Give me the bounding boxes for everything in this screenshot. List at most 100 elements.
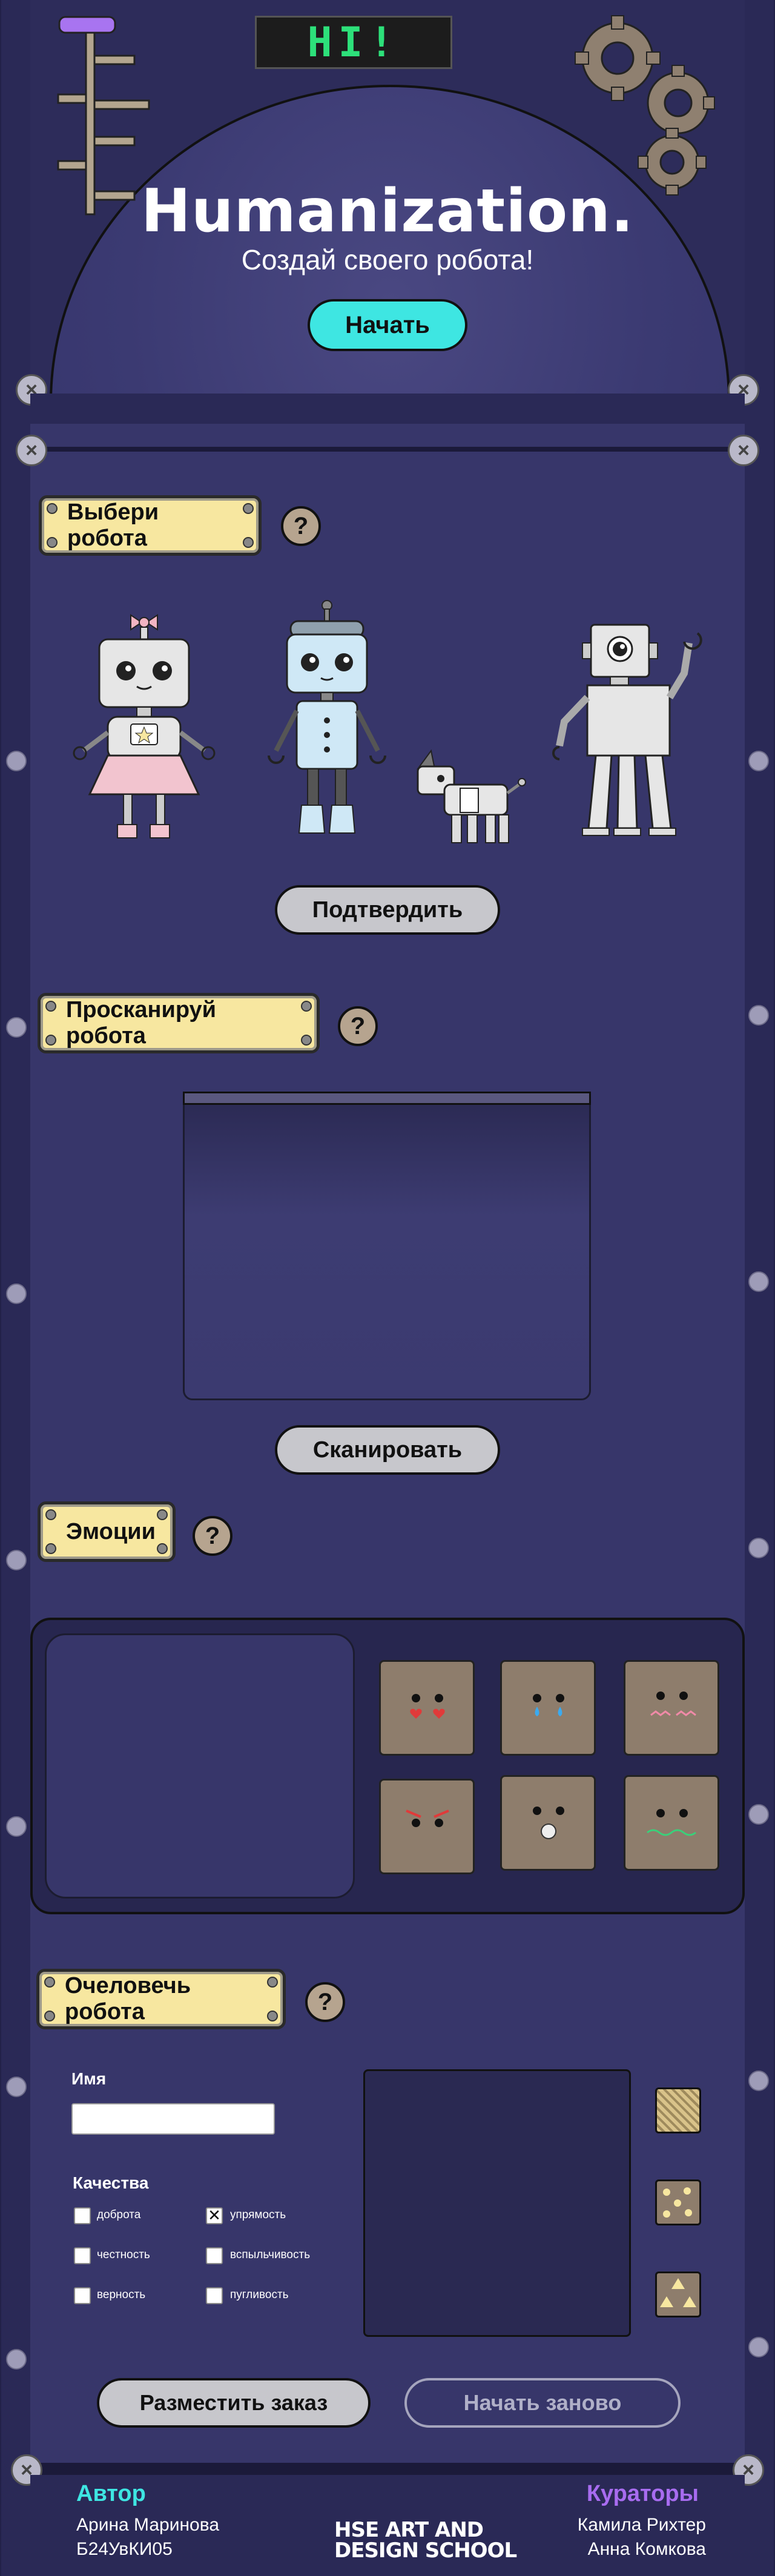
sick-mouth-icon: [647, 1809, 696, 1836]
emotion-sick-face[interactable]: [624, 1775, 719, 1871]
rail-rivet: [748, 2070, 769, 2091]
rail-rivet: [6, 751, 27, 771]
close-x-screw-icon: ×: [16, 435, 47, 466]
name-label: Имя: [71, 2069, 107, 2088]
quality-label: верность: [97, 2288, 146, 2301]
section-humanize-label: Очеловечь робота: [36, 1969, 286, 2029]
hse-logo: HSE ART AND DESIGN SCHOOL: [334, 2518, 517, 2561]
angry-eyes-icon: [406, 1810, 449, 1827]
surprised-mouth-icon: [533, 1807, 564, 1839]
texture-stripes-swatch[interactable]: [655, 2087, 701, 2133]
name-input[interactable]: [71, 2103, 275, 2135]
tear-eyes-icon: [533, 1694, 564, 1716]
logo-line-1: HSE ART AND: [334, 2518, 484, 2542]
bolt-icon: [267, 1977, 278, 1988]
checkbox-x-icon[interactable]: ✕: [206, 2207, 223, 2224]
place-order-button[interactable]: Разместить заказ: [97, 2378, 371, 2428]
section-emotions-label: Эмоции: [38, 1501, 176, 1562]
rail-rivet: [748, 751, 769, 771]
close-x-screw-icon: ×: [728, 435, 759, 466]
emotion-love-face[interactable]: [379, 1660, 475, 1756]
texture-triangles-swatch[interactable]: [655, 2271, 701, 2317]
header-gap: [30, 394, 745, 424]
page: HI! Humanization. Создай своего робота! …: [0, 0, 775, 2576]
bolt-icon: [45, 1035, 56, 1046]
bolt-icon: [301, 1035, 312, 1046]
bolt-icon: [44, 1977, 55, 1988]
author-group: Б24УвКИ05: [76, 2539, 173, 2559]
rail-rivet: [6, 1283, 27, 1304]
scan-button[interactable]: Сканировать: [275, 1425, 500, 1475]
blush-eyes-icon: [650, 1692, 696, 1716]
section-emotions-text: Эмоции: [66, 1518, 156, 1544]
robot-boy-option[interactable]: [254, 599, 400, 848]
rail-rivet: [748, 1271, 769, 1292]
emotion-sad-face[interactable]: [500, 1660, 596, 1756]
question-icon[interactable]: ?: [193, 1516, 232, 1556]
quality-checkbox[interactable]: [206, 2287, 223, 2304]
bolt-icon: [45, 1509, 56, 1520]
rail-rivet: [6, 1816, 27, 1837]
quality-label: пугливость: [230, 2288, 289, 2301]
rail-rivet: [748, 1804, 769, 1825]
quality-checkbox[interactable]: [206, 2247, 223, 2264]
love-eyes-icon: [410, 1694, 445, 1719]
question-icon[interactable]: ?: [281, 506, 321, 546]
quality-label: упрямость: [230, 2209, 286, 2221]
section-scan-text: Просканируй робота: [66, 997, 217, 1049]
triangles-icon: [660, 2278, 696, 2307]
rail-rivet: [6, 1017, 27, 1038]
curator-2: Анна Комкова: [587, 2539, 706, 2559]
bolt-icon: [44, 2011, 55, 2021]
rail-rivet: [748, 1005, 769, 1026]
restart-button[interactable]: Начать заново: [404, 2378, 681, 2428]
hero-subtitle: Создай своего робота!: [241, 244, 534, 275]
question-icon[interactable]: ?: [338, 1006, 378, 1046]
scan-bar: [183, 1092, 591, 1105]
section-scan-label: Просканируй робота: [38, 993, 320, 1053]
dots-icon: [663, 2187, 692, 2218]
bolt-icon: [47, 537, 58, 548]
bolt-icon: [243, 537, 254, 548]
author-title: Автор: [76, 2481, 146, 2506]
quality-label: вспыльчивость: [230, 2248, 311, 2261]
bolt-icon: [267, 2011, 278, 2021]
rail-rivet: [6, 1550, 27, 1570]
bolt-icon: [301, 1001, 312, 1012]
texture-dots-swatch[interactable]: [655, 2179, 701, 2225]
section-choose-text: Выбери робота: [67, 499, 159, 551]
rail-rivet: [748, 1538, 769, 1558]
footer-divider: [30, 2463, 745, 2475]
bolt-icon: [47, 503, 58, 514]
curators-title: Кураторы: [586, 2481, 699, 2506]
section-choose-label: Выбери робота: [39, 495, 262, 556]
question-icon[interactable]: ?: [305, 1982, 345, 2022]
emotion-display: [45, 1633, 355, 1899]
quality-checkbox[interactable]: [74, 2207, 91, 2224]
robot-big-option[interactable]: [546, 619, 716, 849]
bolt-icon: [157, 1543, 168, 1554]
bolt-icon: [45, 1543, 56, 1554]
quality-label: честность: [97, 2248, 150, 2261]
emotion-angry-face[interactable]: [379, 1779, 475, 1874]
emotion-shy-face[interactable]: [624, 1660, 719, 1756]
robot-dog-option[interactable]: [409, 745, 530, 848]
quality-checkbox[interactable]: [74, 2247, 91, 2264]
bolt-icon: [157, 1509, 168, 1520]
divider-bar: [30, 447, 745, 452]
qualities-label: Качества: [73, 2173, 149, 2192]
quality-checkbox[interactable]: [74, 2287, 91, 2304]
curator-1: Камила Рихтер: [577, 2515, 706, 2535]
hero-title: Humanization.: [140, 177, 635, 246]
scan-area: [183, 1093, 591, 1400]
rail-rivet: [748, 2337, 769, 2357]
start-button[interactable]: Начать: [308, 299, 467, 351]
bolt-icon: [45, 1001, 56, 1012]
emotion-surprised-face[interactable]: [500, 1775, 596, 1871]
author-name: Арина Маринова: [76, 2515, 220, 2535]
confirm-button[interactable]: Подтвердить: [275, 885, 500, 935]
robot-preview: [363, 2069, 631, 2337]
quality-label: доброта: [97, 2209, 141, 2221]
robot-girl-option[interactable]: [65, 605, 223, 848]
rail-rivet: [6, 2077, 27, 2097]
